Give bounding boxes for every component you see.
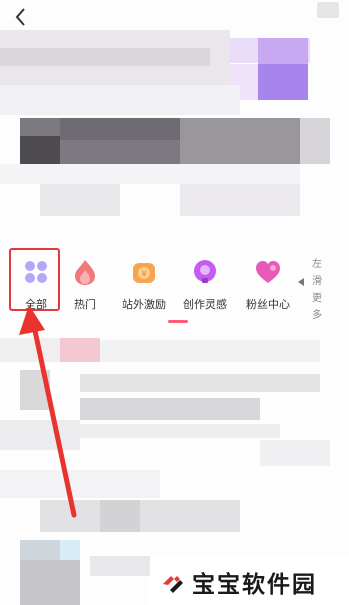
lightbulb-icon: [194, 260, 216, 283]
watermark-logo-icon: [163, 575, 183, 593]
heart-icon: [256, 261, 280, 283]
category-label: 热门: [74, 298, 96, 311]
highlight-box: [9, 248, 60, 311]
top-right-blurred-control: [317, 2, 339, 18]
flame-icon: [75, 260, 95, 285]
category-fan-center[interactable]: 粉丝中心: [236, 254, 300, 314]
back-button[interactable]: [8, 4, 34, 30]
category-label: 站外激励: [122, 298, 166, 311]
category-label: 创作灵感: [183, 298, 227, 311]
watermark-text: 宝宝软件园: [192, 571, 317, 598]
screen: 全部 热门 ¥ 站外激励 创作灵感 粉丝中心 左 滑 更 多 宝宝软件园: [0, 0, 349, 605]
coin-bag-icon: ¥: [133, 263, 155, 283]
svg-text:¥: ¥: [141, 270, 146, 279]
triangle-left-icon: [298, 278, 304, 286]
category-creative-inspiration[interactable]: 创作灵感: [173, 254, 237, 314]
category-external-incentive[interactable]: ¥ 站外激励: [112, 254, 176, 314]
category-label: 粉丝中心: [246, 298, 290, 311]
swipe-more-hint: 左 滑 更 多: [312, 259, 322, 321]
watermark: 宝宝软件园: [150, 558, 349, 605]
category-hot[interactable]: 热门: [53, 254, 117, 314]
scroll-indicator: [168, 320, 188, 323]
chevron-left-icon: [15, 8, 25, 26]
